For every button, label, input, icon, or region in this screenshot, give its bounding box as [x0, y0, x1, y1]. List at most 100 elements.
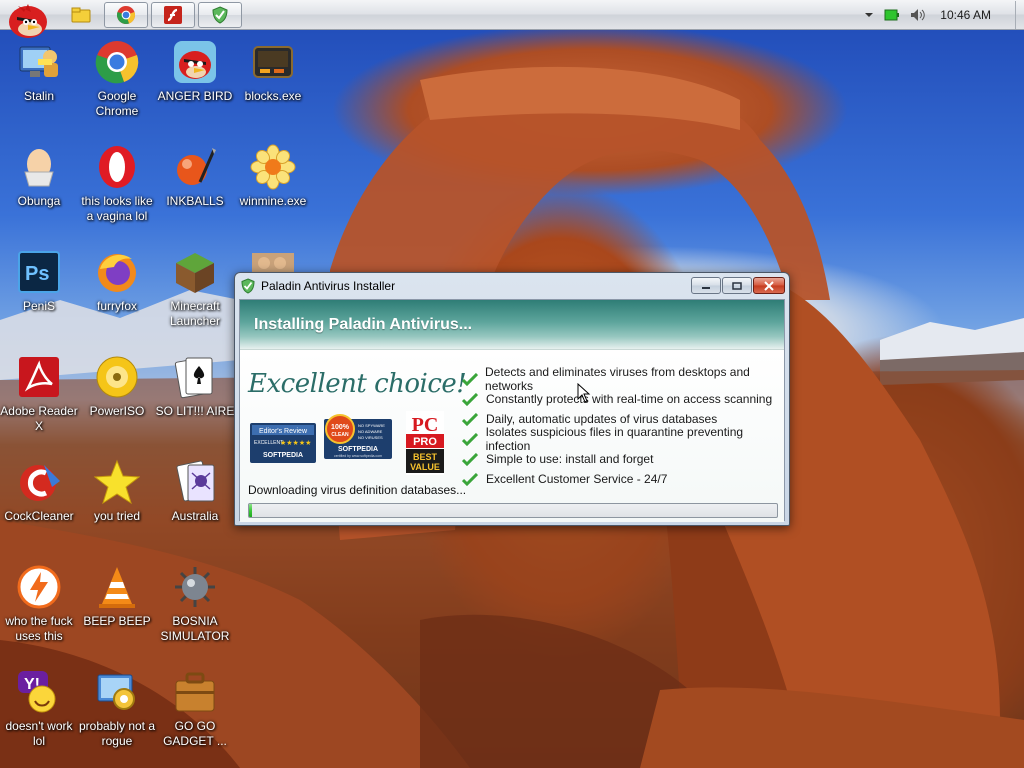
- desktop-icon-photoshop[interactable]: Ps PeniS: [0, 248, 78, 314]
- badge-softpedia: SOFTPEDIA: [263, 452, 303, 459]
- desktop-icon-blocks[interactable]: blocks.exe: [234, 38, 312, 104]
- shield-icon: [212, 6, 228, 24]
- desktop-icon-ccleaner[interactable]: CockCleaner: [0, 458, 78, 524]
- install-status: Downloading virus definition databases..…: [248, 483, 467, 497]
- tray-expand-icon[interactable]: [864, 11, 874, 19]
- desktop-icon-bosnia-simulator[interactable]: BOSNIA SIMULATOR: [156, 563, 234, 644]
- feature-item: Detects and eliminates viruses from desk…: [462, 365, 784, 393]
- mouse-cursor-icon: [577, 383, 591, 403]
- desktop-icon-opera[interactable]: this looks like a vagina lol: [78, 143, 156, 224]
- desktop-icon-label: INKBALLS: [166, 194, 224, 208]
- feature-text: Constantly protects with real-time on ac…: [486, 392, 773, 406]
- desktop-icon-go-go-gadget[interactable]: GO GO GADGET ...: [156, 668, 234, 749]
- desktop-icon-yahoo-messenger[interactable]: Y! doesn't work lol: [0, 668, 78, 749]
- system-settings-icon: [93, 668, 141, 716]
- desktop-icon-label: winmine.exe: [239, 194, 307, 208]
- desktop-icon-label: CockCleaner: [4, 509, 74, 523]
- checkmark-icon: [462, 412, 480, 426]
- maximize-button[interactable]: [722, 277, 752, 294]
- firefox-icon: [93, 248, 141, 296]
- chrome-icon: [116, 6, 136, 25]
- badge-excellent: EXCELLENT: [254, 440, 283, 446]
- rating-stars: ★★★★★: [280, 439, 311, 447]
- desktop-icon-label: Minecraft Launcher: [169, 299, 221, 328]
- feature-text: Detects and eliminates viruses from desk…: [485, 365, 750, 393]
- desktop-icon-inkballs[interactable]: INKBALLS: [156, 143, 234, 209]
- installer-banner: Installing Paladin Antivirus...: [240, 300, 784, 350]
- badge-pro: PRO: [413, 436, 437, 448]
- desktop-icon-stalin[interactable]: Stalin: [0, 38, 78, 104]
- badge-best: BEST: [413, 452, 438, 462]
- desktop-icon-label: furryfox: [96, 299, 137, 313]
- desktop-icon-australia[interactable]: Australia: [156, 458, 234, 524]
- feature-text: Daily, automatic updates of virus databa…: [486, 412, 718, 426]
- desktop-icon-anger-bird[interactable]: ANGER BIRD: [156, 38, 234, 104]
- feature-text: Excellent Customer Service - 24/7: [486, 472, 668, 486]
- checkmark-icon: [462, 432, 480, 446]
- badge-no-viruses: NO VIRUSES: [358, 435, 383, 440]
- desktop-icon-label: who the fuck uses this: [5, 614, 73, 643]
- desktop-icon-you-tried[interactable]: you tried: [78, 458, 156, 524]
- desktop-icon-label: GO GO GADGET ...: [163, 719, 227, 748]
- opera-icon: [93, 143, 141, 191]
- battery-icon[interactable]: [884, 9, 900, 21]
- desktop-icon-avast[interactable]: who the fuck uses this: [0, 563, 78, 644]
- feature-item: Isolates suspicious files in quarantine …: [462, 425, 784, 453]
- desktop-icon-vlc[interactable]: BEEP BEEP: [78, 563, 156, 629]
- badge-softpedia-2: SOFTPEDIA: [338, 446, 378, 453]
- taskbar-chrome-button[interactable]: [104, 2, 148, 28]
- window-controls: [690, 277, 785, 294]
- chrome-icon: [93, 38, 141, 86]
- feature-item: Constantly protects with real-time on ac…: [462, 389, 784, 409]
- desktop-icon-label: SO LIT!!! AIRE: [155, 404, 235, 418]
- desktop-icon-label: BEEP BEEP: [83, 614, 151, 628]
- minimize-icon: [702, 286, 710, 289]
- flower-icon: [249, 143, 297, 191]
- desktop-icon-label: Obunga: [17, 194, 61, 208]
- desktop-icon-furryfox[interactable]: furryfox: [78, 248, 156, 314]
- feature-list: Detects and eliminates viruses from desk…: [462, 365, 784, 489]
- checkmark-icon: [462, 452, 480, 466]
- desktop-icon-winmine[interactable]: winmine.exe: [234, 143, 312, 209]
- desktop-icon-label: PowerISO: [89, 404, 145, 418]
- desktop-icon-label: doesn't work lol: [5, 719, 73, 748]
- volume-icon[interactable]: [910, 8, 926, 22]
- desktop-icon-poweriso[interactable]: PowerISO: [78, 353, 156, 419]
- progress-fill: [249, 504, 252, 517]
- show-desktop-icon[interactable]: [70, 5, 92, 25]
- minesweeper-icon: [171, 563, 219, 611]
- desktop-icon-probably-not-a-rogue[interactable]: probably not a rogue: [78, 668, 156, 749]
- taskbar: 10:46 AM: [0, 0, 1024, 38]
- ccleaner-icon: [15, 458, 63, 506]
- desktop-icon-label: this looks like a vagina lol: [81, 194, 153, 223]
- taskbar-flash-button[interactable]: [151, 2, 195, 28]
- adobe-reader-icon: [15, 353, 63, 401]
- taskbar-clock[interactable]: 10:46 AM: [940, 8, 991, 22]
- yahoo-messenger-icon: Y!: [15, 668, 63, 716]
- close-button[interactable]: [753, 277, 785, 294]
- desktop-icon-obunga[interactable]: Obunga: [0, 143, 78, 209]
- start-button[interactable]: [4, 0, 50, 40]
- award-badges: Editor's Review EXCELLENT ★★★★★ SOFTPEDI…: [250, 411, 446, 477]
- monitor-user-icon: [15, 38, 63, 86]
- angry-bird-start-icon: [9, 4, 47, 38]
- desktop-icon-label: Australia: [171, 509, 219, 523]
- system-tray: 10:46 AM: [864, 0, 1024, 30]
- desktop-icon-adobe-reader[interactable]: Adobe Reader X: [0, 353, 78, 434]
- blocks-icon: [249, 38, 297, 86]
- installer-content: Excellent choice! Editor's Review EXCELL…: [240, 351, 784, 522]
- inkball-icon: [171, 143, 219, 191]
- maximize-icon: [732, 281, 742, 290]
- flash-icon: [164, 6, 182, 24]
- desktop-icon-so-lit-aire[interactable]: SO LIT!!! AIRE: [156, 353, 234, 419]
- softpedia-editors-review-badge: Editor's Review EXCELLENT ★★★★★ SOFTPEDI…: [250, 423, 316, 463]
- minimize-button[interactable]: [691, 277, 721, 294]
- checkmark-icon: [462, 372, 479, 386]
- star-icon: [93, 458, 141, 506]
- desktop-icon-google-chrome[interactable]: Google Chrome: [78, 38, 156, 119]
- desktop-icon-label: probably not a rogue: [78, 719, 156, 748]
- briefcase-icon: [171, 668, 219, 716]
- feature-text: Simple to use: install and forget: [486, 452, 654, 466]
- taskbar-paladin-button[interactable]: [198, 2, 242, 28]
- desktop-icon-minecraft[interactable]: Minecraft Launcher: [156, 248, 234, 329]
